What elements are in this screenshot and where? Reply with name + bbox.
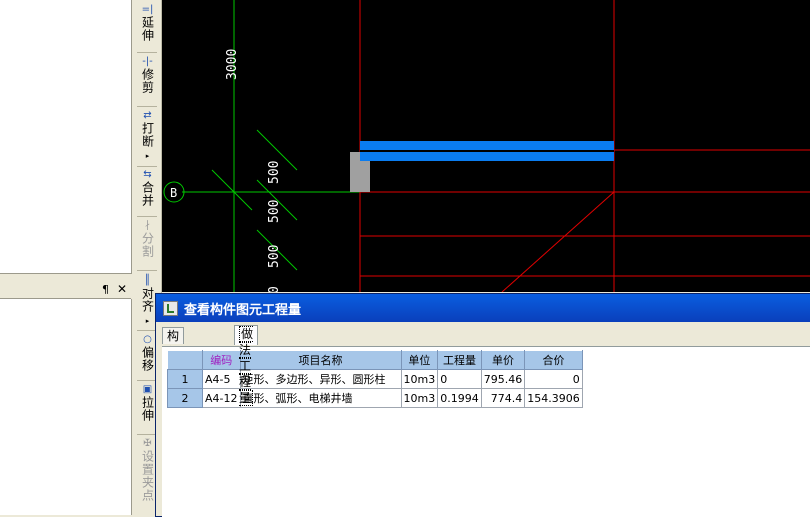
align-icon: ║: [144, 275, 151, 286]
break-icon: ⇄: [143, 110, 152, 121]
column-header-name[interactable]: 项目名称: [239, 350, 402, 370]
pin-icon[interactable]: ¶: [102, 283, 109, 296]
cell-unit[interactable]: 10m3: [400, 388, 439, 408]
tab-component-quantity[interactable]: 构件工程量: [162, 327, 185, 407]
toolbar-divider: [137, 166, 157, 167]
dialog-title: 查看构件图元工程量: [184, 302, 302, 318]
drawing-canvas[interactable]: B 3000 500 500 500 0: [162, 0, 810, 292]
pane-header: ¶ ✕: [0, 282, 131, 299]
cell-total[interactable]: 154.3906: [524, 388, 583, 408]
merge-icon: ⇆: [143, 169, 152, 180]
toolbar-divider: [137, 330, 157, 331]
tab-panel: 编码 项目名称 单位 工程量 单价 合价 1 A4-5 矩形、多边形、异形、圆形…: [162, 346, 810, 517]
cell-qty[interactable]: 0.1994: [437, 388, 482, 408]
trim-icon: -|-: [142, 56, 153, 67]
dialog-titlebar[interactable]: 查看构件图元工程量: [156, 294, 810, 322]
cell-name[interactable]: 矩形、多边形、异形、圆形柱: [239, 369, 402, 389]
trim-button[interactable]: -|- 修剪: [135, 56, 160, 94]
cell-price[interactable]: 795.46: [480, 369, 526, 389]
drawing-svg: B: [163, 0, 810, 292]
split-button[interactable]: ∤ 分割: [135, 220, 160, 258]
wall-line: [501, 191, 615, 292]
table-row[interactable]: 1 A4-5 矩形、多边形、异形、圆形柱 10m3 0 795.46 0: [167, 369, 583, 389]
dimension-label: 0: [267, 286, 282, 292]
axis-label: B: [170, 186, 177, 200]
column-header-code[interactable]: 编码: [202, 350, 241, 370]
column-header-qty[interactable]: 工程量: [437, 350, 482, 370]
dimension-label: 500: [267, 244, 282, 268]
cell-unit[interactable]: 10m3: [400, 369, 439, 389]
cell-total[interactable]: 0: [524, 369, 583, 389]
dimension-label: 3000: [225, 48, 240, 80]
close-icon[interactable]: ✕: [117, 282, 127, 296]
dimension-label: 500: [267, 199, 282, 223]
split-icon: ∤: [145, 220, 150, 231]
toolbar-divider: [137, 52, 157, 53]
extend-icon: =|: [141, 4, 154, 15]
cell-qty[interactable]: 0: [437, 369, 482, 389]
column-header-price[interactable]: 单价: [480, 350, 526, 370]
corner-header: [167, 350, 203, 370]
extend-button[interactable]: =| 延伸: [135, 4, 160, 42]
dimension-tick: [211, 169, 253, 211]
tab-method-quantity[interactable]: 做法工程量: [234, 325, 259, 406]
quantity-dialog: 查看构件图元工程量 构件工程量 做法工程量 编码 项目名称 单位 工程量 单价 …: [155, 293, 810, 517]
toolbar-divider: [137, 216, 157, 217]
properties-pane[interactable]: [0, 0, 132, 274]
row-number[interactable]: 1: [167, 369, 203, 389]
toolbar-divider: [137, 380, 157, 381]
quantity-table: 编码 项目名称 单位 工程量 单价 合价 1 A4-5 矩形、多边形、异形、圆形…: [167, 350, 583, 408]
cell-price[interactable]: 774.4: [480, 388, 526, 408]
table-row[interactable]: 2 A4-12 直形、弧形、电梯井墙 10m3 0.1994 774.4 154…: [167, 388, 583, 408]
row-number[interactable]: 2: [167, 388, 203, 408]
toolbar-divider: [137, 106, 157, 107]
dropdown-arrow-icon[interactable]: ▸: [146, 152, 150, 160]
merge-button[interactable]: ⇆ 合并: [135, 169, 160, 207]
secondary-pane[interactable]: [0, 299, 132, 515]
dropdown-arrow-icon[interactable]: ▸: [146, 317, 150, 325]
cell-code[interactable]: A4-12: [202, 388, 241, 408]
toolbar-divider: [137, 270, 157, 271]
column-header-unit[interactable]: 单位: [400, 350, 439, 370]
break-button[interactable]: ⇄ 打断 ▸: [135, 110, 160, 162]
app-icon: [163, 300, 178, 316]
column-header-total[interactable]: 合价: [524, 350, 583, 370]
cell-name[interactable]: 直形、弧形、电梯井墙: [239, 388, 402, 408]
toolbar-divider: [137, 434, 157, 435]
dimension-label: 500: [267, 160, 282, 184]
cell-code[interactable]: A4-5: [202, 369, 241, 389]
